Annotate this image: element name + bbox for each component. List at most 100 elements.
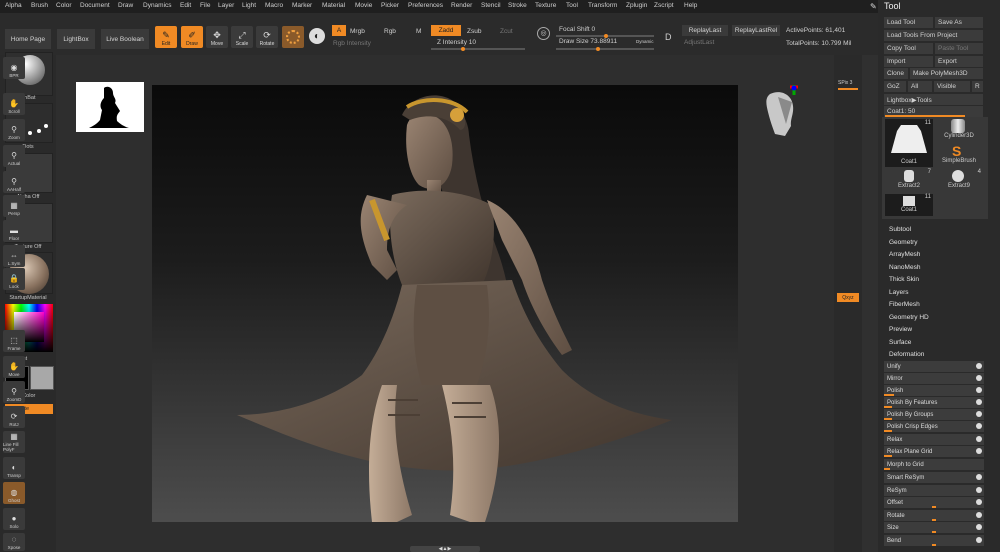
size-slider[interactable]: Size bbox=[884, 522, 984, 533]
dynamic-toggle[interactable]: Dynamic bbox=[636, 39, 654, 44]
scale-button[interactable]: ⤢ Scale bbox=[231, 26, 253, 48]
mrgb-toggle[interactable]: Mrgb bbox=[350, 28, 365, 35]
focal-shift-slider[interactable] bbox=[556, 34, 654, 38]
load-tool-button[interactable]: Load Tool bbox=[884, 17, 933, 28]
reference-thumbnail[interactable] bbox=[76, 82, 144, 132]
thick-skin-subpalette[interactable]: Thick Skin bbox=[889, 276, 919, 283]
floor-button[interactable]: ▬ Floor bbox=[3, 220, 25, 242]
load-tools-from-project-button[interactable]: Load Tools From Project bbox=[884, 30, 983, 41]
tool-tile-extract2[interactable]: 7 Extract2 bbox=[885, 169, 933, 191]
ghost-button[interactable]: ◍ Ghost bbox=[3, 482, 25, 504]
bpr-button[interactable]: ◉ BPR bbox=[3, 57, 25, 79]
bottom-tray-handle[interactable]: ◀▲▶ bbox=[410, 546, 480, 552]
relax-plane-grid-slider[interactable]: Relax Plane Grid bbox=[884, 446, 984, 457]
z-intensity-slider[interactable] bbox=[431, 47, 525, 51]
preview-subpalette[interactable]: Preview bbox=[889, 326, 912, 333]
menu-macro[interactable]: Macro bbox=[265, 2, 283, 9]
zoom-button[interactable]: ⚲ Zoom bbox=[3, 119, 25, 141]
material-swatch[interactable] bbox=[282, 26, 304, 48]
sphere-brush-icon[interactable]: ◐ bbox=[309, 28, 325, 44]
move-view-button[interactable]: ✋ Move bbox=[3, 356, 25, 378]
tool-tile-extract9[interactable]: 4 Extract9 bbox=[937, 169, 981, 191]
secondary-color-swatch[interactable] bbox=[30, 366, 54, 390]
nanomesh-subpalette[interactable]: NanoMesh bbox=[889, 264, 920, 271]
menu-movie[interactable]: Movie bbox=[355, 2, 372, 9]
adjust-last-slider[interactable]: AdjustLast bbox=[684, 39, 714, 46]
zsub-toggle[interactable]: Zsub bbox=[467, 28, 481, 35]
draw-button[interactable]: ✐ Draw bbox=[181, 26, 203, 48]
menu-dynamics[interactable]: Dynamics bbox=[143, 2, 172, 9]
polish-by-groups-slider[interactable]: Polish By Groups bbox=[884, 409, 984, 420]
rgb-toggle[interactable]: Rgb bbox=[384, 28, 396, 35]
lightbox-tools-button[interactable]: Lightbox▶Tools bbox=[884, 94, 983, 105]
menu-preferences[interactable]: Preferences bbox=[408, 2, 443, 9]
menu-brush[interactable]: Brush bbox=[31, 2, 48, 9]
make-polymesh-button[interactable]: Make PolyMesh3D bbox=[910, 68, 983, 79]
spix-slider-bar[interactable] bbox=[838, 88, 858, 90]
m-toggle[interactable]: M bbox=[416, 28, 421, 35]
lock-button[interactable]: 🔒 Lock bbox=[3, 268, 25, 290]
lsym-button[interactable]: ⇔ L.Sym bbox=[3, 245, 25, 267]
goz-visible-button[interactable]: Visible bbox=[934, 81, 970, 92]
polish-by-features-slider[interactable]: Polish By Features bbox=[884, 397, 984, 408]
import-button[interactable]: Import bbox=[884, 56, 933, 67]
menu-zplugin[interactable]: Zplugin bbox=[626, 2, 647, 9]
fibermesh-subpalette[interactable]: FiberMesh bbox=[889, 301, 920, 308]
menu-file[interactable]: File bbox=[200, 2, 210, 9]
offset-slider[interactable]: Offset bbox=[884, 497, 984, 508]
persp-button[interactable]: ▦ Persp bbox=[3, 195, 25, 217]
menu-light[interactable]: Light bbox=[242, 2, 256, 9]
tool-tile-cylinder3d[interactable]: Cylinder3D bbox=[937, 119, 981, 141]
tool-tile-simplebrush[interactable]: S SimpleBrush bbox=[937, 143, 981, 165]
home-page-button[interactable]: Home Page bbox=[5, 29, 51, 49]
bend-slider[interactable]: Bend bbox=[884, 535, 984, 546]
tool-panel-title[interactable]: Tool bbox=[884, 1, 901, 11]
zadd-toggle[interactable]: Zadd bbox=[431, 25, 461, 36]
menu-marker[interactable]: Marker bbox=[292, 2, 312, 9]
navigation-gizmo[interactable] bbox=[758, 82, 804, 144]
xpose-button[interactable]: ◌ Xpose bbox=[3, 533, 25, 551]
menu-stroke[interactable]: Stroke bbox=[508, 2, 527, 9]
polish-crisp-edges-slider[interactable]: Polish Crisp Edges bbox=[884, 421, 984, 432]
arraymesh-subpalette[interactable]: ArrayMesh bbox=[889, 251, 920, 258]
goz-button[interactable]: GoZ bbox=[884, 81, 906, 92]
geometry-subpalette[interactable]: Geometry bbox=[889, 239, 918, 246]
tool-tile-coat1[interactable]: Coat1 11 bbox=[885, 119, 933, 167]
smart-resym-button[interactable]: Smart ReSym bbox=[884, 472, 984, 483]
scroll-button[interactable]: ✋ Scroll bbox=[3, 93, 25, 115]
resym-button[interactable]: ReSym bbox=[884, 485, 984, 496]
zcut-toggle[interactable]: Zcut bbox=[500, 28, 513, 35]
subtool-subpalette[interactable]: Subtool bbox=[889, 226, 911, 233]
live-boolean-button[interactable]: Live Boolean bbox=[101, 29, 149, 49]
morph-to-grid-slider[interactable]: Morph to Grid bbox=[884, 459, 984, 470]
goz-all-button[interactable]: All bbox=[908, 81, 932, 92]
layers-subpalette[interactable]: Layers bbox=[889, 289, 909, 296]
menu-stencil[interactable]: Stencil bbox=[481, 2, 501, 9]
replay-last-rel-button[interactable]: ReplayLastRel bbox=[732, 25, 780, 36]
paste-tool-button[interactable]: Paste Tool bbox=[935, 43, 983, 54]
rotate-slider[interactable]: Rotate bbox=[884, 510, 984, 521]
goz-r-button[interactable]: R bbox=[972, 81, 983, 92]
menu-help[interactable]: Help bbox=[684, 2, 697, 9]
zoom3d-button[interactable]: ⚲ ZoomD bbox=[3, 381, 25, 403]
transp-button[interactable]: ◐ Transp bbox=[3, 457, 25, 479]
menu-transform[interactable]: Transform bbox=[588, 2, 617, 9]
geometry-hd-subpalette[interactable]: Geometry HD bbox=[889, 314, 929, 321]
frame-button[interactable]: ⬚ Frame bbox=[3, 330, 25, 352]
menu-document[interactable]: Document bbox=[80, 2, 110, 9]
relax-button[interactable]: Relax bbox=[884, 434, 984, 445]
menu-layer[interactable]: Layer bbox=[218, 2, 234, 9]
solo-button[interactable]: ● Solo bbox=[3, 508, 25, 530]
panel-pin-icon[interactable]: ✎ bbox=[870, 2, 877, 11]
3d-viewport[interactable] bbox=[152, 85, 738, 522]
a-toggle[interactable]: A bbox=[332, 25, 346, 36]
actual-button[interactable]: ⚲ Actual bbox=[3, 145, 25, 167]
export-button[interactable]: Export bbox=[935, 56, 983, 67]
copy-tool-button[interactable]: Copy Tool bbox=[884, 43, 933, 54]
polish-slider[interactable]: Polish bbox=[884, 385, 984, 396]
surface-subpalette[interactable]: Surface bbox=[889, 339, 911, 346]
rotate-view-button[interactable]: ⟳ RotJ bbox=[3, 406, 25, 428]
menu-texture[interactable]: Texture bbox=[535, 2, 556, 9]
tool-tile-coat1-alt[interactable]: 11 Coat1 bbox=[885, 194, 933, 216]
menu-material[interactable]: Material bbox=[322, 2, 345, 9]
